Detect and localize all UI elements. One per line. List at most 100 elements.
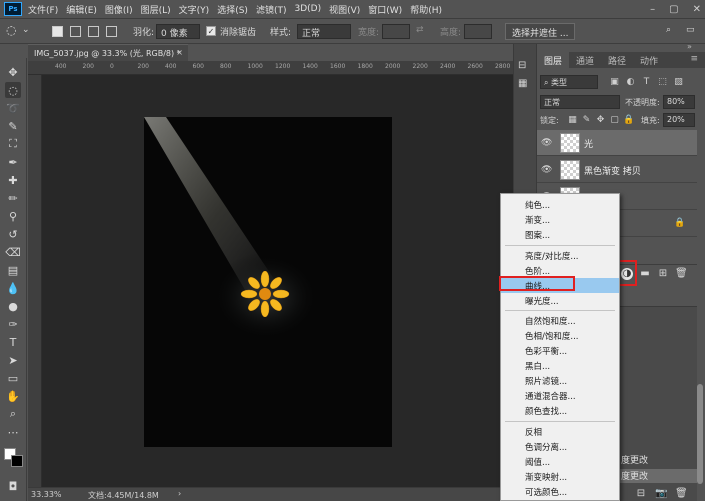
visibility-eye-icon[interactable]: 👁 bbox=[541, 138, 552, 148]
lock-position-icon[interactable]: ✥ bbox=[595, 115, 606, 126]
filter-smart-icon[interactable]: ▨ bbox=[673, 77, 684, 88]
tab-paths[interactable]: 路径 bbox=[601, 52, 633, 68]
document-image[interactable] bbox=[144, 117, 392, 447]
lock-all-icon[interactable]: 🔒 bbox=[623, 115, 634, 126]
height-input[interactable] bbox=[464, 24, 492, 39]
shape-tool-icon[interactable]: ▭ bbox=[5, 370, 21, 386]
close-window-button[interactable]: ✕ bbox=[693, 4, 701, 15]
filter-kind-select[interactable]: ⌕ 类型 bbox=[540, 75, 598, 89]
layer-row-black-gradient-copy[interactable]: 👁 黑色渐变 拷贝 bbox=[537, 157, 697, 183]
menu-type[interactable]: 文字(Y) bbox=[179, 3, 210, 16]
menu-item-pattern[interactable]: 图案... bbox=[501, 227, 619, 242]
clone-stamp-icon[interactable]: ⚲ bbox=[5, 208, 21, 224]
menu-item-channel-mixer[interactable]: 通道混合器... bbox=[501, 388, 619, 403]
camera-icon[interactable]: 📷 bbox=[655, 488, 667, 500]
move-tool-icon[interactable]: ✥ bbox=[5, 64, 21, 80]
menu-item-black-white[interactable]: 黑白... bbox=[501, 358, 619, 373]
brush-tool-icon[interactable]: ✏ bbox=[5, 190, 21, 206]
chevron-down-icon[interactable]: ⌄ bbox=[22, 25, 30, 35]
blend-mode-select[interactable]: 正常 bbox=[540, 95, 620, 109]
tab-actions[interactable]: 动作 bbox=[633, 52, 665, 68]
adjustments-icon[interactable]: ▦ bbox=[518, 78, 527, 89]
layer-row-light[interactable]: 👁 光 bbox=[537, 130, 697, 156]
lasso-tool-icon[interactable]: ➰ bbox=[5, 100, 21, 116]
select-and-mask-button[interactable]: 选择并遮住 ... bbox=[505, 23, 576, 40]
delete-history-icon[interactable]: 🗑 bbox=[675, 488, 688, 500]
close-tab-icon[interactable]: × bbox=[176, 48, 183, 57]
hand-tool-icon[interactable]: ✋ bbox=[5, 388, 21, 404]
menu-help[interactable]: 帮助(H) bbox=[410, 3, 442, 16]
menu-3d[interactable]: 3D(D) bbox=[294, 4, 321, 14]
menu-layer[interactable]: 图层(L) bbox=[141, 3, 171, 16]
healing-brush-icon[interactable]: ✚ bbox=[5, 172, 21, 188]
gradient-tool-icon[interactable]: ▤ bbox=[5, 262, 21, 278]
document-tab[interactable]: IMG_5037.jpg @ 33.3% (光, RGB/8) * × bbox=[28, 44, 188, 61]
type-tool-icon[interactable]: T bbox=[5, 334, 21, 350]
background-color-swatch[interactable] bbox=[11, 455, 23, 467]
menu-item-brightness-contrast[interactable]: 亮度/对比度... bbox=[501, 248, 619, 263]
menu-item-posterize[interactable]: 色调分离... bbox=[501, 439, 619, 454]
style-select[interactable]: 正常 bbox=[297, 24, 351, 39]
filter-shape-icon[interactable]: ⬚ bbox=[657, 77, 668, 88]
tab-layers[interactable]: 图层 bbox=[537, 52, 570, 68]
menu-image[interactable]: 图像(I) bbox=[105, 3, 133, 16]
dodge-tool-icon[interactable]: ● bbox=[5, 298, 21, 314]
menu-file[interactable]: 文件(F) bbox=[28, 3, 58, 16]
width-input[interactable] bbox=[382, 24, 410, 39]
menu-item-selective-color[interactable]: 可选颜色... bbox=[501, 484, 619, 499]
lock-pixels-icon[interactable]: ✎ bbox=[581, 115, 592, 126]
crop-tool-icon[interactable]: ⛶ bbox=[5, 136, 21, 152]
marquee-tool-icon[interactable]: ◌ bbox=[6, 23, 16, 37]
menu-item-photo-filter[interactable]: 照片滤镜... bbox=[501, 373, 619, 388]
zoom-level[interactable]: 33.33% bbox=[31, 490, 62, 499]
menu-item-solid-color[interactable]: 纯色... bbox=[501, 197, 619, 212]
subtract-selection-icon[interactable] bbox=[88, 26, 99, 37]
menu-item-gradient[interactable]: 渐变... bbox=[501, 212, 619, 227]
properties-icon[interactable]: ⊟ bbox=[518, 60, 526, 71]
intersect-selection-icon[interactable] bbox=[106, 26, 117, 37]
menu-item-exposure[interactable]: 曝光度... bbox=[501, 293, 619, 308]
more-tools-icon[interactable]: ⋯ bbox=[5, 424, 21, 440]
path-select-icon[interactable]: ➤ bbox=[5, 352, 21, 368]
history-brush-icon[interactable]: ↺ bbox=[5, 226, 21, 242]
history-snapshot-icon[interactable]: ⊟ bbox=[635, 488, 647, 500]
minimize-button[interactable]: – bbox=[650, 4, 655, 15]
menu-item-hue-saturation[interactable]: 色相/饱和度... bbox=[501, 328, 619, 343]
visibility-eye-icon[interactable]: 👁 bbox=[541, 165, 552, 175]
search-icon[interactable]: ⌕ bbox=[666, 25, 671, 35]
menu-item-color-lookup[interactable]: 颜色查找... bbox=[501, 403, 619, 418]
maximize-button[interactable]: ▢ bbox=[669, 4, 678, 15]
blur-tool-icon[interactable]: 💧 bbox=[5, 280, 21, 296]
menu-select[interactable]: 选择(S) bbox=[217, 3, 248, 16]
fill-input[interactable]: 20% bbox=[663, 113, 695, 127]
workspace-icon[interactable]: ▭ bbox=[686, 25, 695, 35]
quick-select-tool-icon[interactable]: ✎ bbox=[5, 118, 21, 134]
lock-transparent-icon[interactable]: ▦ bbox=[567, 115, 578, 126]
panel-scrollbar[interactable] bbox=[697, 384, 703, 484]
lock-artboard-icon[interactable]: ▢ bbox=[609, 115, 620, 126]
filter-adjustment-icon[interactable]: ◐ bbox=[625, 77, 636, 88]
menu-view[interactable]: 视图(V) bbox=[329, 3, 360, 16]
swap-icon[interactable]: ⇄ bbox=[416, 25, 424, 35]
zoom-tool-icon[interactable]: ⌕ bbox=[5, 406, 21, 422]
menu-window[interactable]: 窗口(W) bbox=[368, 3, 402, 16]
add-selection-icon[interactable] bbox=[70, 26, 81, 37]
feather-input[interactable]: 0 像素 bbox=[156, 24, 200, 39]
eraser-tool-icon[interactable]: ⌫ bbox=[5, 244, 21, 260]
menu-item-invert[interactable]: 反相 bbox=[501, 424, 619, 439]
menu-filter[interactable]: 滤镜(T) bbox=[256, 3, 287, 16]
menu-edit[interactable]: 编辑(E) bbox=[66, 3, 97, 16]
new-layer-icon[interactable]: ⊞ bbox=[657, 268, 669, 280]
pen-tool-icon[interactable]: ✑ bbox=[5, 316, 21, 332]
filter-pixel-icon[interactable]: ▣ bbox=[609, 77, 620, 88]
menu-item-gradient-map[interactable]: 渐变映射... bbox=[501, 469, 619, 484]
new-group-icon[interactable]: ▬ bbox=[639, 268, 651, 280]
chevron-right-icon[interactable]: › bbox=[178, 489, 181, 498]
new-selection-icon[interactable] bbox=[52, 26, 63, 37]
antialias-checkbox[interactable]: ✓ bbox=[206, 26, 216, 36]
quick-mask-icon[interactable]: ◘ bbox=[5, 478, 21, 494]
menu-item-threshold[interactable]: 阈值... bbox=[501, 454, 619, 469]
menu-item-vibrance[interactable]: 自然饱和度... bbox=[501, 313, 619, 328]
eyedropper-tool-icon[interactable]: ✒ bbox=[5, 154, 21, 170]
collapse-panel-icon[interactable]: » bbox=[687, 42, 692, 51]
